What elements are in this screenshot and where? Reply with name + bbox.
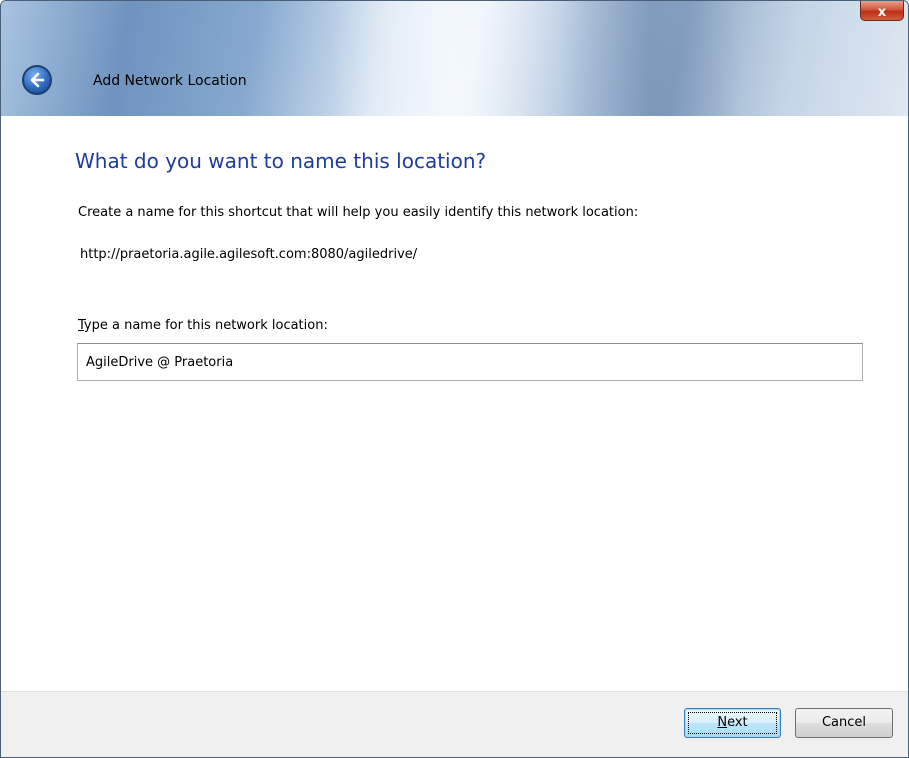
location-name-input[interactable] (77, 343, 863, 381)
name-field-label-text: ype a name for this network location: (83, 318, 328, 333)
focus-rectangle (688, 712, 777, 734)
next-button[interactable]: Next (684, 708, 781, 738)
dialog-title: Add Network Location (93, 73, 247, 89)
wizard-footer: Next Cancel (1, 691, 908, 757)
add-network-location-window: x Add Network Location What do you want … (0, 0, 909, 758)
back-button[interactable] (22, 65, 52, 95)
description-text: Create a name for this shortcut that wil… (78, 205, 639, 220)
title-bar-glow (331, 1, 561, 116)
title-bar[interactable]: x Add Network Location (1, 1, 908, 116)
cancel-button[interactable]: Cancel (795, 708, 893, 738)
back-arrow-icon (30, 72, 45, 88)
network-location-url: http://praetoria.agile.agilesoft.com:808… (80, 247, 418, 262)
page-heading: What do you want to name this location? (75, 149, 487, 173)
name-field-label: Type a name for this network location: (78, 318, 328, 333)
title-bar-shade (561, 1, 741, 116)
close-icon: x (877, 5, 887, 20)
close-button[interactable]: x (860, 1, 904, 21)
wizard-content: What do you want to name this location? … (1, 116, 908, 691)
